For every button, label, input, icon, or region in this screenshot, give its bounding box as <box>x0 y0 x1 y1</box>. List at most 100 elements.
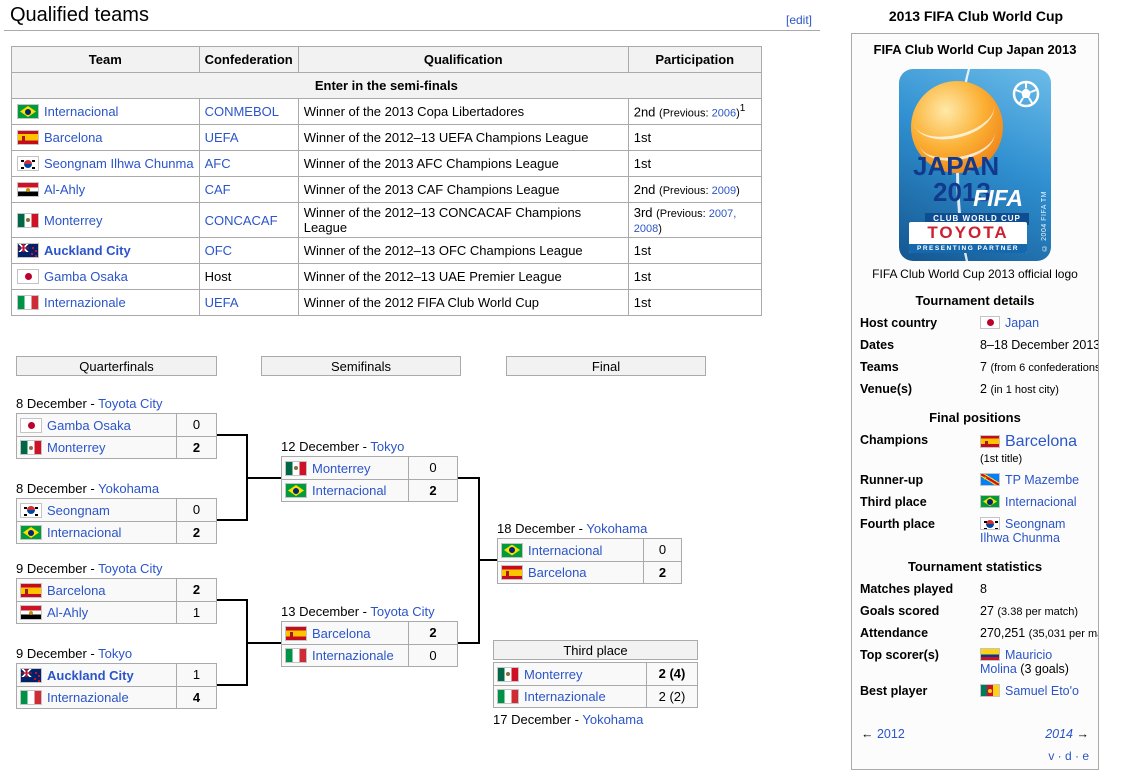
table-row: Internazionale UEFA Winner of the 2012 F… <box>12 290 762 316</box>
venue-link[interactable]: Yokohama <box>582 712 643 727</box>
round-header-semifinals: Semifinals <box>261 356 461 376</box>
venue-link[interactable]: Toyota City <box>98 561 162 576</box>
confederation-link[interactable]: OFC <box>205 243 232 258</box>
team-link[interactable]: Monterrey <box>47 437 106 458</box>
cameroon-flag-icon <box>980 684 1000 697</box>
score: 0 <box>177 414 216 436</box>
match-date-text: 9 December - <box>16 646 98 661</box>
italy-flag-icon <box>17 295 39 310</box>
team-link[interactable]: Internazionale <box>47 687 129 708</box>
match-date-text: 12 December - <box>281 439 370 454</box>
team-link[interactable]: Internazionale <box>312 645 394 666</box>
confederation-link[interactable]: UEFA <box>205 295 239 310</box>
bracket-connector <box>217 599 248 601</box>
team-link[interactable]: Internacional <box>312 480 386 501</box>
bracket-connector <box>248 642 281 644</box>
team-link[interactable]: Barcelona <box>44 130 103 145</box>
team-link[interactable]: Monterrey <box>44 213 103 228</box>
venue-link[interactable]: Tokyo <box>370 439 404 454</box>
score: 2 <box>409 480 457 501</box>
egypt-flag-icon <box>17 182 39 197</box>
qualification-text: Winner of the 2012 FIFA Club World Cup <box>298 290 628 316</box>
team-link[interactable]: Barcelona <box>47 580 106 601</box>
vde-links[interactable]: v · d · e <box>1048 749 1089 763</box>
team-link[interactable]: Barcelona <box>312 623 371 644</box>
row-label: Runner-up <box>860 473 980 487</box>
match-date: 9 December - Toyota City <box>16 561 217 577</box>
logo-copyright-text: © 2004 FIFA TM <box>1041 191 1048 251</box>
team-link[interactable]: Auckland City <box>44 243 131 258</box>
score: 2 (2) <box>647 686 697 707</box>
attendance-note: (35,031 per match) <box>1029 628 1099 640</box>
previous-label: (Previous: <box>659 108 712 120</box>
teams-note: (from 6 confederations) <box>990 362 1099 374</box>
confederation-link[interactable]: CONCACAF <box>205 213 278 228</box>
team-link[interactable]: Internazionale <box>44 295 126 310</box>
egypt-flag-icon <box>20 605 42 620</box>
team-link[interactable]: Gamba Osaka <box>47 415 131 436</box>
thirdplace-link[interactable]: Internacional <box>1005 495 1077 509</box>
venue-link[interactable]: Tokyo <box>98 646 132 661</box>
team-link[interactable]: Al-Ahly <box>44 182 85 197</box>
runnerup-link[interactable]: TP Mazembe <box>1005 473 1079 487</box>
infobox-subtitle: FIFA Club World Cup Japan 2013 <box>859 42 1091 57</box>
team-link[interactable]: Monterrey <box>312 458 371 479</box>
brazil-flag-icon <box>285 483 307 498</box>
mexico-flag-icon <box>20 440 42 455</box>
venue-link[interactable]: Yokohama <box>98 481 159 496</box>
logo-japan-text: JAPAN <box>913 153 999 179</box>
japan-flag-icon <box>980 316 1000 329</box>
previous-label: (Previous: <box>659 185 712 197</box>
team-link[interactable]: Internacional <box>47 522 121 543</box>
champions-link[interactable]: Barcelona <box>1005 433 1077 450</box>
footnote-sup: 1 <box>740 103 746 114</box>
previous-year-link[interactable]: 2009 <box>712 185 736 197</box>
venues-note: (in 1 host city) <box>990 384 1058 396</box>
round-header-quarterfinals: Quarterfinals <box>16 356 217 376</box>
team-link[interactable]: Monterrey <box>524 664 583 685</box>
team-link[interactable]: Al-Ahly <box>47 602 88 623</box>
confederation-link[interactable]: CONMEBOL <box>205 104 279 119</box>
venue-link[interactable]: Toyota City <box>98 396 162 411</box>
bestplayer-link[interactable]: Samuel Eto'o <box>1005 684 1079 698</box>
team-link[interactable]: Internacional <box>44 104 118 119</box>
venue-link[interactable]: Toyota City <box>370 604 434 619</box>
participation-cell: 1st <box>628 125 761 151</box>
confederation-link[interactable]: AFC <box>205 156 231 171</box>
spain-flag-icon <box>501 565 523 580</box>
venue-link[interactable]: Yokohama <box>586 521 647 536</box>
row-label: Matches played <box>860 582 980 596</box>
team-link[interactable]: Seongnam <box>47 500 110 521</box>
team-link[interactable]: Barcelona <box>528 562 587 583</box>
infobox-row-runnerup: Runner-up TP Mazembe <box>860 473 1090 487</box>
mexico-flag-icon <box>285 461 307 476</box>
team-link[interactable]: Internacional <box>528 540 602 561</box>
match-team-row: Gamba Osaka 0 <box>17 414 216 436</box>
team-link[interactable]: Gamba Osaka <box>44 269 128 284</box>
section-tournament-statistics: Tournament statistics <box>859 559 1091 574</box>
team-link[interactable]: Auckland City <box>47 665 134 686</box>
infobox-row-dates: Dates 8–18 December 2013 <box>860 338 1090 352</box>
confederation-link[interactable]: CAF <box>205 182 231 197</box>
match-team-row: Monterrey0 <box>282 457 457 479</box>
score: 0 <box>644 539 681 561</box>
team-link[interactable]: Internazionale <box>524 686 606 707</box>
bracket-connector <box>458 477 480 479</box>
brazil-flag-icon <box>17 104 39 119</box>
match-team-row: Internacional2 <box>17 521 216 543</box>
infobox-title: 2013 FIFA Club World Cup <box>851 8 1101 24</box>
row-label: Fourth place <box>860 517 980 531</box>
previous-edition-link[interactable]: 2012 <box>877 727 905 741</box>
dates-value: 8–18 December 2013 <box>980 338 1099 352</box>
nav-next: 2014 → <box>1045 727 1089 741</box>
previous-year-link[interactable]: 2006 <box>712 108 736 120</box>
confederation-link[interactable]: UEFA <box>205 130 239 145</box>
edit-link[interactable]: [edit] <box>786 13 812 27</box>
bracket-connector <box>458 642 480 644</box>
team-link[interactable]: Seongnam Ilhwa Chunma <box>44 156 194 171</box>
match-date: 18 December - Yokohama <box>497 521 682 537</box>
infobox-row-venues: Venue(s) 2 (in 1 host city) <box>860 382 1090 396</box>
next-edition-link[interactable]: 2014 <box>1045 727 1073 741</box>
host-country-link[interactable]: Japan <box>1005 316 1039 330</box>
japan-flag-icon <box>17 269 39 284</box>
